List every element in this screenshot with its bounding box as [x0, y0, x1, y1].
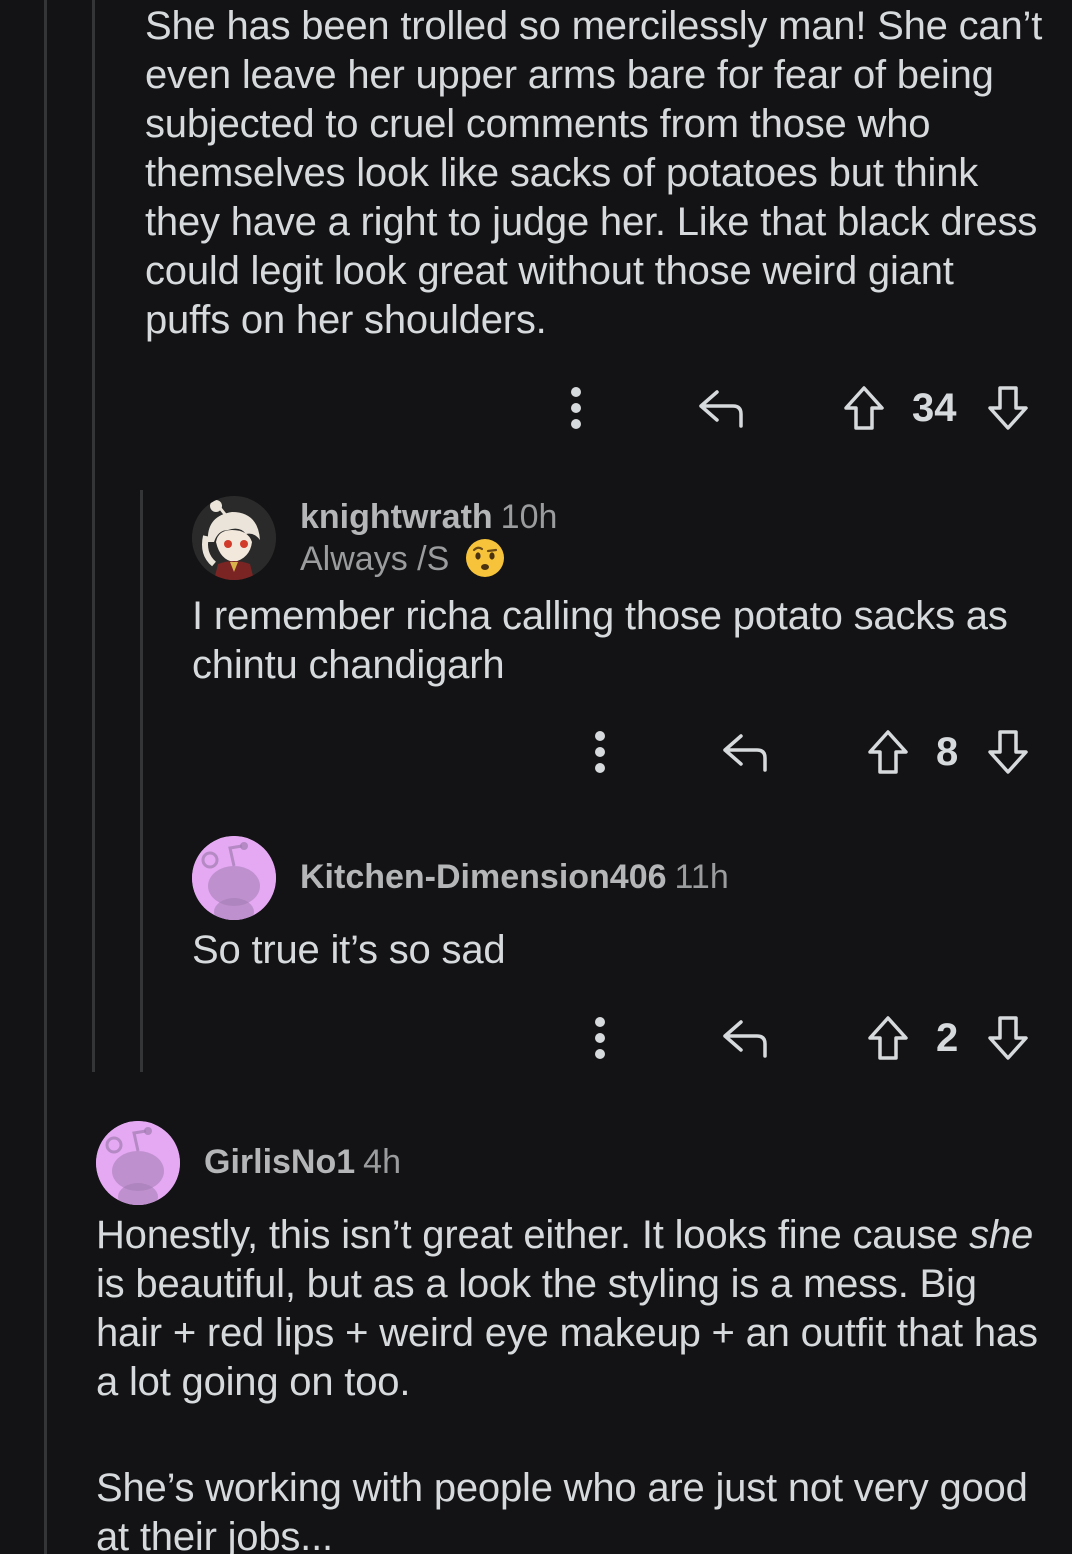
thread-line-level1[interactable]: [92, 0, 95, 1072]
downvote-arrow-icon[interactable]: [984, 380, 1032, 436]
vote-score: 34: [912, 386, 957, 430]
comment-meta-reply2: Kitchen-Dimension406 11h: [300, 856, 729, 898]
more-vertical-icon[interactable]: [584, 1010, 616, 1066]
comment-text: is beautiful, but as a look the styling …: [96, 1262, 1038, 1404]
upvote-arrow-icon[interactable]: [840, 380, 888, 436]
reply-icon[interactable]: [696, 380, 746, 436]
comment-paragraph-1: Honestly, this isn’t great either. It lo…: [96, 1211, 1046, 1407]
timestamp: 10h: [500, 498, 558, 536]
comment-paragraph-2: She’s working with people who are just n…: [96, 1466, 1028, 1554]
default-snoo-avatar-icon: [192, 836, 276, 920]
comment-actions-reply2: 2: [584, 1010, 1040, 1066]
comment-body-parent: She has been trolled so mercilessly man!…: [145, 2, 1045, 345]
avatar[interactable]: [192, 496, 276, 580]
default-snoo-avatar-icon: [96, 1121, 180, 1205]
avatar[interactable]: [96, 1121, 180, 1205]
comment-meta-top2: GirlisNo1 4h: [204, 1141, 401, 1183]
username[interactable]: knightwrath: [300, 498, 493, 536]
comment-body-reply1: I remember richa calling those potato sa…: [192, 592, 1042, 690]
flair-text: Always /S: [300, 540, 450, 578]
vote-score: 2: [936, 1016, 959, 1060]
comment-text: So true it’s so sad: [192, 928, 506, 972]
downvote-arrow-icon[interactable]: [984, 724, 1032, 780]
timestamp: 4h: [363, 1143, 401, 1181]
username[interactable]: Kitchen-Dimension406: [300, 858, 667, 896]
user-flair: Always /S: [300, 538, 505, 580]
avatar[interactable]: [192, 836, 276, 920]
upvote-arrow-icon[interactable]: [864, 1010, 912, 1066]
downvote-arrow-icon[interactable]: [984, 1010, 1032, 1066]
more-vertical-icon[interactable]: [584, 724, 616, 780]
thread-line-outer[interactable]: [44, 0, 47, 1554]
emphasis-text: she: [969, 1213, 1034, 1257]
timestamp: 11h: [674, 858, 729, 896]
comment-text: She has been trolled so mercilessly man!…: [145, 4, 1043, 342]
comment-text: Honestly, this isn’t great either. It lo…: [96, 1213, 970, 1257]
comment-body-top2: Honestly, this isn’t great either. It lo…: [96, 1211, 1046, 1554]
reply-icon[interactable]: [720, 1010, 770, 1066]
vote-score: 8: [936, 730, 959, 774]
comment-actions-parent: 34: [560, 380, 1040, 436]
reply-icon[interactable]: [720, 724, 770, 780]
comment-body-reply2: So true it’s so sad: [192, 926, 1042, 975]
raised-eyebrow-emoji-icon: [465, 539, 504, 577]
thread-line-level2[interactable]: [140, 490, 143, 1072]
comment-thread: She has been trolled so mercilessly man!…: [0, 0, 1072, 1554]
comment-meta-reply1: knightwrath 10h: [300, 496, 557, 538]
username[interactable]: GirlisNo1: [204, 1143, 355, 1181]
upvote-arrow-icon[interactable]: [864, 724, 912, 780]
comment-text: I remember richa calling those potato sa…: [192, 594, 1008, 687]
anime-avatar-icon: [192, 496, 276, 580]
comment-actions-reply1: 8: [584, 724, 1040, 780]
more-vertical-icon[interactable]: [560, 380, 592, 436]
